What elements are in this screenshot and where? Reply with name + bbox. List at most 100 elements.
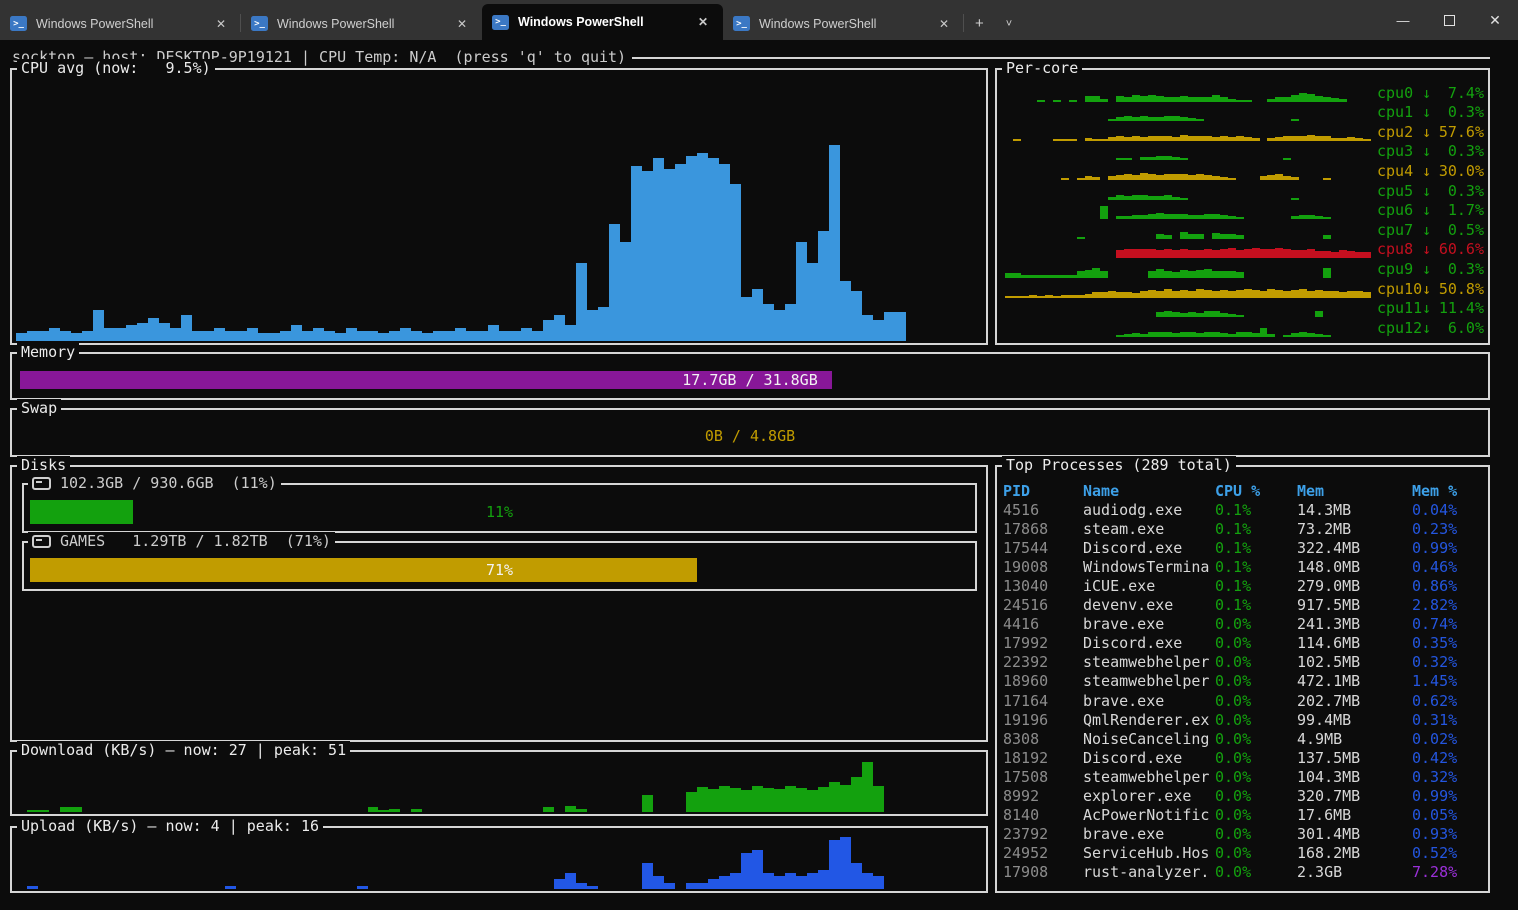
core-sparkline (1005, 106, 1371, 121)
chart-bar (1252, 333, 1260, 337)
tab-windows-powershell-3-active[interactable]: >_ Windows PowerShell ✕ (482, 4, 723, 40)
chart-bar (1307, 94, 1315, 102)
chart-bar (1180, 270, 1188, 278)
minimize-button[interactable]: — (1380, 0, 1426, 40)
chart-bar (16, 333, 27, 341)
chart-bar (719, 164, 730, 341)
chart-bar (873, 320, 884, 341)
new-tab-button[interactable]: + (964, 7, 995, 40)
swap-panel: Swap 0B / 4.8GB (10, 408, 1490, 457)
chart-bar (115, 328, 126, 341)
process-cell: 0.0% (1215, 653, 1297, 671)
chart-bar (1212, 311, 1220, 318)
chart-bar (664, 169, 675, 341)
process-cell: 0.0% (1215, 711, 1297, 729)
core-row: cpu12↓6.0% (1005, 317, 1484, 337)
chart-bar (1307, 291, 1315, 298)
chart-bar (774, 876, 785, 889)
process-cell: devenv.exe (1083, 596, 1215, 614)
process-cell: 0.0% (1215, 787, 1297, 805)
chart-bar (697, 153, 708, 341)
chart-bar (378, 333, 389, 341)
core-label: cpu11↓11.4% (1377, 300, 1484, 317)
process-cell: audiodg.exe (1083, 501, 1215, 519)
chart-bar (642, 863, 653, 889)
process-cell: 0.93% (1412, 825, 1486, 843)
chart-bar (126, 325, 137, 341)
cpu-avg-title: CPU avg (now: 9.5%) (17, 59, 215, 77)
tab-windows-powershell-2[interactable]: >_ Windows PowerShell ✕ (241, 7, 482, 40)
core-row: cpu11↓11.4% (1005, 298, 1484, 318)
process-cell: 0.99% (1412, 787, 1486, 805)
maximize-button[interactable] (1426, 0, 1472, 40)
chart-bar (411, 809, 422, 812)
cpu-avg-chart (16, 80, 982, 341)
chart-bar (774, 789, 785, 812)
process-cell: 0.1% (1215, 539, 1297, 557)
chart-bar (1283, 291, 1291, 298)
tab-close-icon[interactable]: ✕ (211, 15, 231, 33)
chart-bar (829, 145, 840, 341)
chart-bar (1212, 250, 1220, 259)
chart-bar (1132, 333, 1140, 337)
process-cell: 14.3MB (1297, 501, 1412, 519)
close-button[interactable]: ✕ (1472, 0, 1518, 40)
download-chart (16, 758, 982, 812)
chart-bar (1100, 206, 1108, 220)
tab-dropdown-button[interactable]: ˅ (995, 7, 1023, 40)
chart-bar (576, 263, 587, 341)
process-cell: 104.3MB (1297, 768, 1412, 786)
column-header: PID (1003, 482, 1083, 500)
chart-bar (521, 328, 532, 341)
core-sparkline (1005, 243, 1371, 258)
chart-bar (1116, 335, 1124, 337)
hard-disk-icon (32, 477, 51, 490)
per-core-panel: Per-core cpu0 ↓7.4%cpu1 ↓0.3%cpu2 ↓57.6%… (995, 68, 1490, 345)
core-sparkline (1005, 283, 1371, 298)
column-header: Name (1083, 482, 1215, 500)
tab-close-icon[interactable]: ✕ (452, 15, 472, 33)
memory-gauge: 17.7GB / 31.8GB (20, 371, 1480, 389)
process-cell: Discord.exe (1083, 749, 1215, 767)
tab-close-icon[interactable]: ✕ (693, 13, 713, 31)
disk-c-usage-text: 102.3GB / 930.6GB (11%) (60, 474, 277, 492)
per-core-rows: cpu0 ↓7.4%cpu1 ↓0.3%cpu2 ↓57.6%cpu3 ↓0.3… (1005, 82, 1484, 337)
column-header: Mem % (1412, 482, 1486, 500)
process-cell: 4516 (1003, 501, 1083, 519)
chart-bar (269, 333, 280, 341)
chart-bar (631, 166, 642, 341)
chart-bar (576, 883, 587, 889)
memory-panel: Memory 17.7GB / 31.8GB (10, 352, 1490, 400)
process-cell: 24516 (1003, 596, 1083, 614)
chart-bar (653, 158, 664, 341)
process-cell: rust-analyzer. (1083, 863, 1215, 881)
chart-bar (1196, 289, 1204, 297)
process-cell: 0.0% (1215, 615, 1297, 633)
chart-bar (1291, 290, 1299, 298)
chart-bar (1212, 332, 1220, 337)
chart-bar (1323, 268, 1331, 278)
chart-bar (1291, 333, 1299, 337)
core-row: cpu10↓50.8% (1005, 278, 1484, 298)
tab-close-icon[interactable]: ✕ (934, 15, 954, 33)
tab-windows-powershell-1[interactable]: >_ Windows PowerShell ✕ (0, 7, 241, 40)
chart-bar (1132, 249, 1140, 259)
core-label: cpu6 ↓1.7% (1377, 202, 1484, 219)
core-sparkline (1005, 185, 1371, 200)
core-row: cpu2 ↓57.6% (1005, 121, 1484, 141)
chart-bar (840, 837, 851, 889)
chart-bar (82, 331, 93, 341)
chart-bar (1267, 334, 1275, 337)
column-header: Mem (1297, 482, 1412, 500)
chart-bar (785, 304, 796, 341)
download-title: Download (KB/s) — now: 27 | peak: 51 (17, 741, 350, 759)
chart-bar (49, 328, 60, 341)
upload-chart (16, 834, 982, 889)
chart-bar (1339, 250, 1347, 258)
chart-bar (1196, 250, 1204, 258)
tab-windows-powershell-4[interactable]: >_ Windows PowerShell ✕ (723, 7, 964, 40)
chart-bar (587, 886, 598, 889)
chart-bar (862, 873, 873, 889)
chart-bar (1212, 291, 1220, 298)
chart-bar (1100, 271, 1108, 279)
